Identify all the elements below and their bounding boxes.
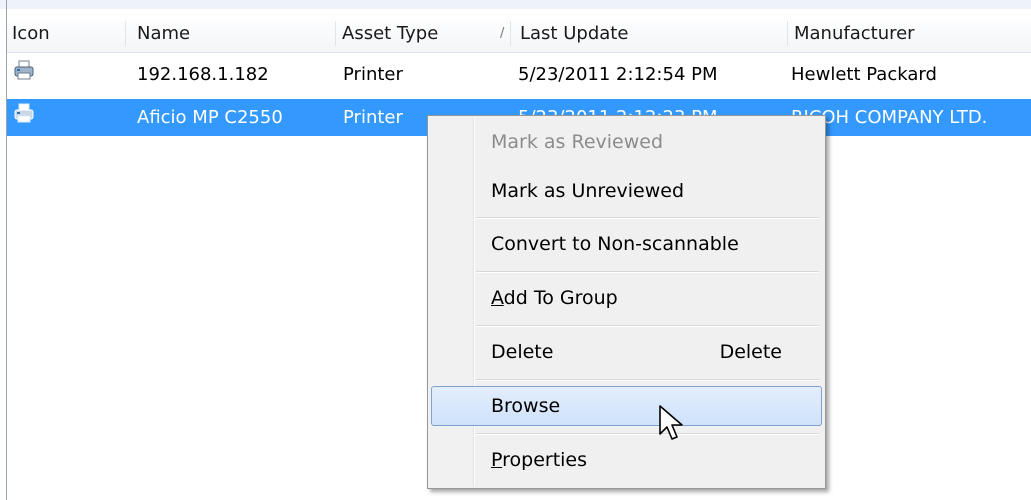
row-name: Aficio MP C2550	[137, 107, 283, 128]
menu-item-label: Convert to Non-scannable	[491, 233, 739, 255]
menu-item-label-rest: roperties	[502, 449, 588, 471]
menu-separator	[476, 325, 819, 327]
column-header-asset-type[interactable]: Asset Type	[337, 15, 507, 52]
menu-item-label: Add To Group	[491, 278, 618, 318]
menu-item-browse[interactable]: Browse	[431, 386, 822, 426]
menu-item-label: Mark as Unreviewed	[491, 180, 685, 202]
arrow-cursor-icon	[659, 405, 683, 440]
menu-item-shortcut: Delete	[719, 341, 782, 363]
list-header: Icon Name Asset Type / Last Update Manuf…	[7, 15, 1031, 53]
row-name: 192.168.1.182	[137, 64, 269, 85]
table-row[interactable]: 192.168.1.182 Printer 5/23/2011 2:12:54 …	[7, 56, 1031, 93]
column-header-manufacturer[interactable]: Manufacturer	[789, 15, 1031, 52]
context-menu: Mark as Reviewed Mark as Unreviewed Conv…	[427, 115, 826, 489]
printer-icon	[14, 60, 34, 80]
row-last-update: 5/23/2011 2:12:54 PM	[518, 64, 718, 85]
menu-item-properties[interactable]: Properties	[431, 440, 822, 480]
row-asset-type: Printer	[343, 107, 403, 128]
menu-item-mark-unreviewed[interactable]: Mark as Unreviewed	[431, 171, 822, 211]
mnemonic-letter: A	[491, 287, 504, 309]
row-asset-type: Printer	[343, 64, 403, 85]
column-divider[interactable]	[787, 21, 788, 46]
column-header-last-update[interactable]: Last Update	[515, 15, 787, 52]
menu-separator	[476, 433, 819, 435]
column-divider[interactable]	[510, 21, 511, 46]
asset-list-window: Icon Name Asset Type / Last Update Manuf…	[0, 0, 1031, 500]
printer-icon	[14, 103, 34, 123]
menu-item-convert-non-scannable[interactable]: Convert to Non-scannable	[431, 224, 822, 264]
column-header-name[interactable]: Name	[132, 15, 335, 52]
mnemonic-letter: P	[491, 449, 503, 471]
menu-item-label: Browse	[491, 395, 561, 417]
column-divider[interactable]	[125, 21, 126, 46]
menu-separator	[476, 271, 819, 273]
menu-item-delete[interactable]: Delete Delete	[431, 332, 822, 372]
menu-item-label: Delete	[491, 341, 554, 363]
row-manufacturer: Hewlett Packard	[791, 64, 937, 85]
column-divider[interactable]	[335, 21, 336, 46]
menu-separator	[476, 379, 819, 381]
menu-item-mark-reviewed[interactable]: Mark as Reviewed	[431, 122, 822, 162]
menu-item-label: Properties	[491, 440, 587, 480]
sort-indicator-icon: /	[500, 26, 505, 41]
menu-separator	[476, 217, 819, 219]
menu-item-add-to-group[interactable]: Add To Group	[431, 278, 822, 318]
top-border	[0, 0, 1031, 9]
column-header-icon[interactable]: Icon	[7, 15, 125, 52]
menu-item-label-rest: dd To Group	[503, 287, 618, 309]
menu-item-label: Mark as Reviewed	[491, 131, 664, 153]
